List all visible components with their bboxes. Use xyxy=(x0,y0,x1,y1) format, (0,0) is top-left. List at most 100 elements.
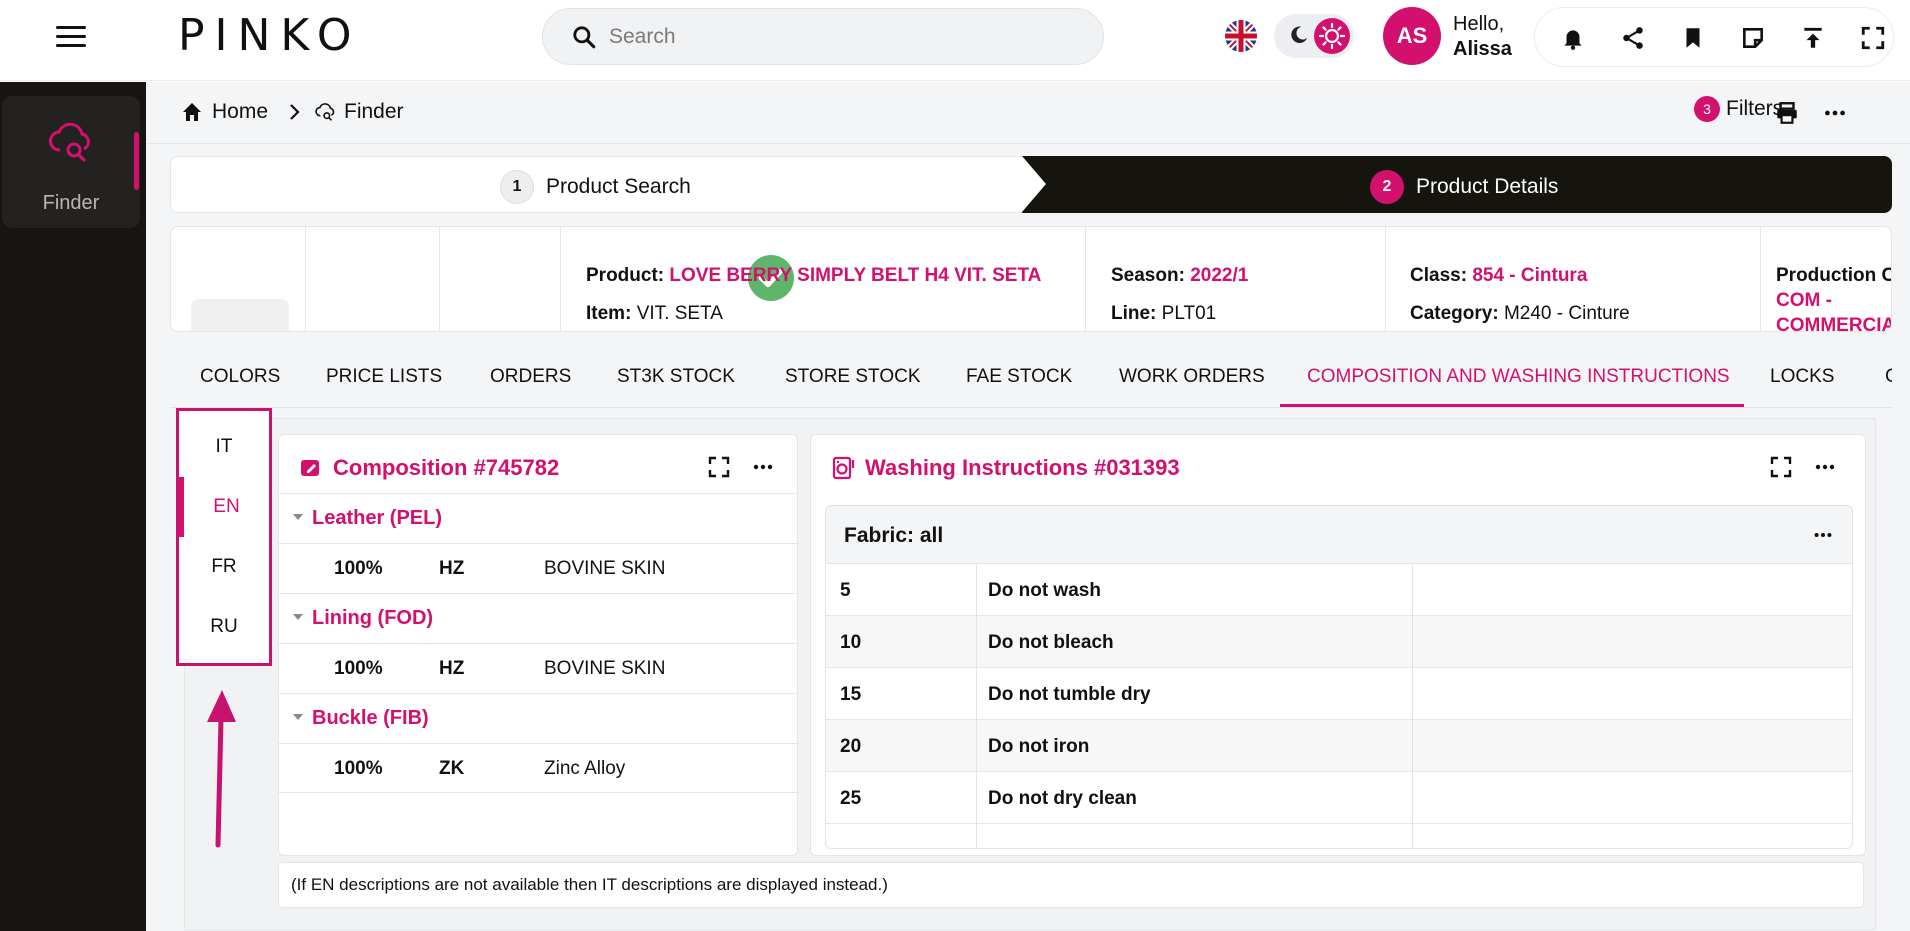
composition-code: ZK xyxy=(439,758,465,779)
washing-panel: Washing Instructions #031393 Fabric: all… xyxy=(810,434,1866,856)
tab-work-orders[interactable]: WORK ORDERS xyxy=(1119,366,1265,388)
uk-flag-icon[interactable] xyxy=(1225,20,1257,52)
arrow-up-icon xyxy=(207,690,236,848)
product-thumbnail[interactable] xyxy=(191,299,289,331)
breadcrumb-home[interactable]: Home xyxy=(180,100,268,124)
item-value: VIT. SETA xyxy=(636,303,723,324)
tab-store-stock[interactable]: STORE STOCK xyxy=(785,366,921,388)
menu-icon[interactable] xyxy=(56,26,86,48)
tab-orders[interactable]: ORDERS xyxy=(490,366,571,388)
season-cell: Season: 2022/1 Line: PLT01 xyxy=(1086,227,1386,331)
composition-row: 100% HZ BOVINE SKIN xyxy=(279,643,797,693)
lang-en[interactable]: EN xyxy=(179,477,269,537)
wash-text: Do not dry clean xyxy=(988,788,1137,809)
composition-code: HZ xyxy=(439,558,465,579)
class-cell: Class: 854 - Cintura Category: M240 - Ci… xyxy=(1386,227,1761,331)
language-note: (If EN descriptions are not available th… xyxy=(278,862,1864,908)
fullscreen-icon[interactable] xyxy=(1769,455,1793,479)
rail-item-label: Finder xyxy=(42,192,100,214)
category-label: Category: xyxy=(1410,303,1499,324)
step2-label: Product Details xyxy=(1416,175,1559,198)
theme-toggle[interactable] xyxy=(1274,14,1354,58)
avatar[interactable]: AS xyxy=(1383,7,1441,65)
edit-icon xyxy=(301,460,319,476)
composition-group-header[interactable]: Buckle (FIB) xyxy=(279,693,797,743)
more-icon[interactable] xyxy=(1812,524,1834,546)
step2-label-wrap: 2 Product Details xyxy=(1370,170,1558,204)
rail-item-finder[interactable]: Finder xyxy=(2,96,140,228)
wash-code: 20 xyxy=(840,736,862,757)
upload-icon[interactable] xyxy=(1800,25,1826,51)
production-value-2: COMMERCIA xyxy=(1776,315,1892,332)
composition-row: 100% ZK Zinc Alloy xyxy=(279,743,797,793)
search-bar[interactable] xyxy=(542,8,1104,65)
composition-title: Composition #745782 xyxy=(299,455,559,481)
composition-desc: BOVINE SKIN xyxy=(544,658,666,679)
column-divider xyxy=(1412,564,1413,848)
user-greeting: Hello, Alissa xyxy=(1453,12,1512,62)
composition-group-header[interactable]: Lining (FOD) xyxy=(279,593,797,643)
product-image-cell-2 xyxy=(306,227,440,331)
step1-label: Product Search xyxy=(546,175,691,198)
season-label: Season: xyxy=(1111,265,1185,286)
fullscreen-icon[interactable] xyxy=(1860,25,1886,51)
lang-it[interactable]: IT xyxy=(179,417,269,477)
composition-row: 100% HZ BOVINE SKIN xyxy=(279,543,797,593)
wash-code: 25 xyxy=(840,788,862,809)
step-arrow xyxy=(1022,156,1046,212)
composition-desc: Zinc Alloy xyxy=(544,758,626,779)
washing-machine-icon xyxy=(832,456,855,480)
home-icon xyxy=(183,103,201,121)
tab-composition-washing[interactable]: COMPOSITION AND WASHING INSTRUCTIONS xyxy=(1307,366,1730,388)
tab-st3k-stock[interactable]: ST3K STOCK xyxy=(617,366,735,388)
line-field: Line: PLT01 xyxy=(1111,303,1216,325)
season-value: 2022/1 xyxy=(1190,265,1249,286)
fullscreen-icon[interactable] xyxy=(707,455,731,479)
tab-colors[interactable]: COLORS xyxy=(200,366,280,388)
note-icon[interactable] xyxy=(1740,25,1766,51)
step2-number: 2 xyxy=(1370,170,1404,204)
breadcrumb-finder[interactable]: Finder xyxy=(314,100,404,124)
lang-ru[interactable]: RU xyxy=(179,597,269,657)
more-icon[interactable] xyxy=(751,455,775,479)
breadcrumb: Home Finder 3 Filters xyxy=(146,82,1910,144)
brand-logo[interactable]: PINKO xyxy=(178,10,362,61)
production-cell: Production C COM - COMMERCIA xyxy=(1761,227,1892,332)
table-row: 25 Do not dry clean xyxy=(826,772,1852,824)
rail-active-indicator xyxy=(134,132,139,190)
product-value[interactable]: LOVE BERRY SIMPLY BELT H4 VIT. SETA xyxy=(669,265,1041,286)
cloud-search-icon xyxy=(49,122,90,162)
lang-fr[interactable]: FR xyxy=(179,537,269,597)
washing-table-header: Fabric: all xyxy=(826,506,1852,564)
more-icon[interactable] xyxy=(1813,455,1837,479)
tab-locks[interactable]: LOCKS xyxy=(1770,366,1834,388)
composition-title-text: Composition #745782 xyxy=(333,455,560,480)
production-label: Production C xyxy=(1776,265,1891,287)
bell-icon[interactable] xyxy=(1560,25,1586,51)
class-value: 854 - Cintura xyxy=(1472,265,1588,286)
language-selector: IT EN FR RU xyxy=(176,408,272,666)
caret-down-icon xyxy=(293,514,303,520)
breadcrumb-home-label: Home xyxy=(212,100,269,123)
washing-title-text: Washing Instructions #031393 xyxy=(865,455,1180,480)
top-bar: PINKO AS Hello, Alissa xyxy=(0,0,1910,81)
more-icon[interactable] xyxy=(1822,100,1848,126)
composition-group-name: Buckle (FIB) xyxy=(312,707,429,729)
top-icon-group xyxy=(1534,7,1894,67)
class-field: Class: 854 - Cintura xyxy=(1410,265,1587,287)
bookmark-icon[interactable] xyxy=(1680,25,1706,51)
filters-button[interactable]: 3 Filters xyxy=(1694,96,1783,122)
search-input[interactable] xyxy=(609,21,1069,53)
composition-group-header[interactable]: Leather (PEL) xyxy=(279,493,797,543)
step1-label-wrap: 1 Product Search xyxy=(500,170,691,204)
wash-text: Do not tumble dry xyxy=(988,684,1151,705)
tab-price-lists[interactable]: PRICE LISTS xyxy=(326,366,442,388)
left-rail: Finder xyxy=(0,82,146,931)
share-icon[interactable] xyxy=(1620,25,1646,51)
tab-fae-stock[interactable]: FAE STOCK xyxy=(966,366,1072,388)
tab-more[interactable]: C xyxy=(1885,366,1892,388)
composition-group-name: Lining (FOD) xyxy=(312,607,434,629)
category-field: Category: M240 - Cinture xyxy=(1410,303,1630,325)
print-icon[interactable] xyxy=(1774,100,1800,126)
composition-code: HZ xyxy=(439,658,465,679)
